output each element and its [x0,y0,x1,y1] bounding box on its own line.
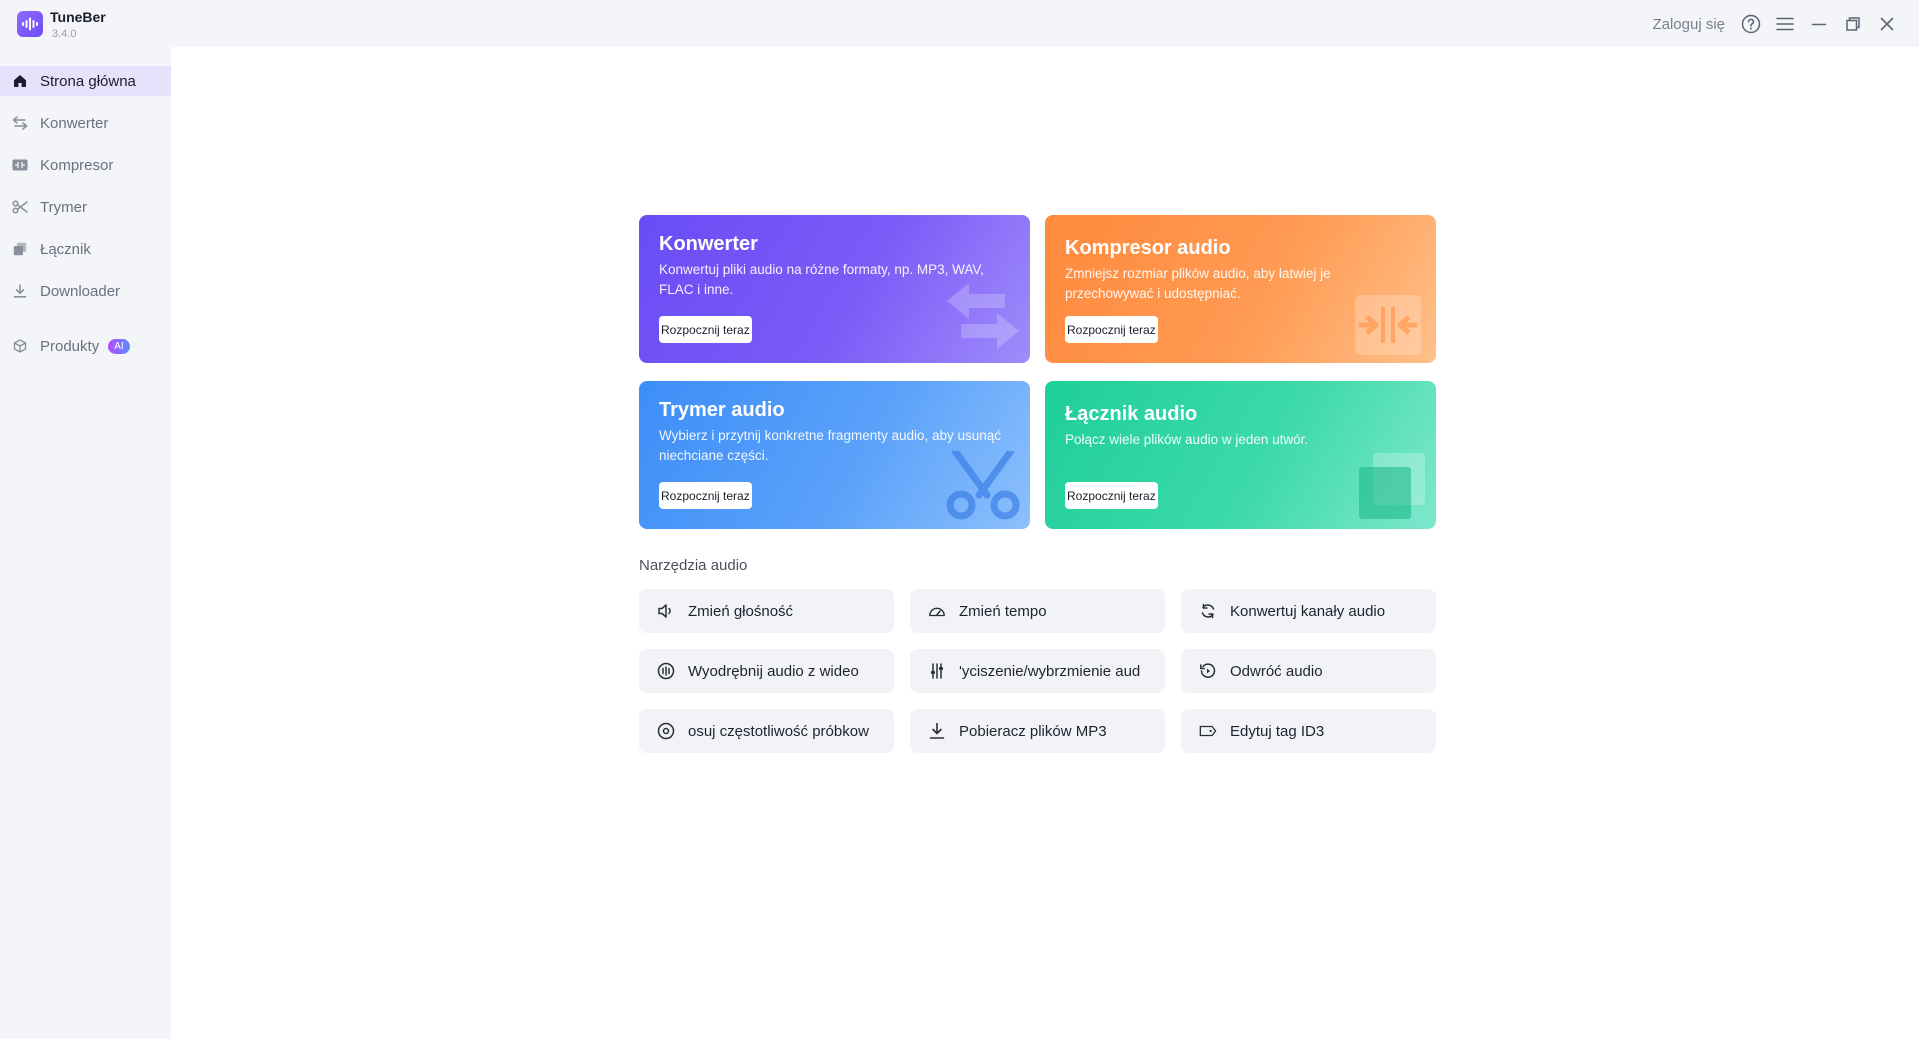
sidebar-item-compressor[interactable]: Kompresor [0,150,171,180]
merge-icon [1359,453,1425,519]
sidebar-item-label: Downloader [40,282,121,300]
title-bar: TuneBer 3.4.0 Zaloguj się [0,0,1919,47]
sliders-icon [928,662,946,680]
tool-change-tempo[interactable]: Zmień tempo [910,589,1165,633]
help-icon[interactable] [1741,14,1761,34]
sidebar-item-merger[interactable]: Łącznik [0,234,171,264]
reverse-icon [1199,662,1217,680]
audio-wave-icon [657,662,675,680]
tool-label: Edytuj tag ID3 [1230,722,1325,740]
refresh-icon [1199,602,1217,620]
login-link[interactable]: Zaloguj się [1652,16,1725,33]
compress-icon [1355,295,1421,355]
trimmer-card[interactable]: Trymer audio Wybierz i przytnij konkretn… [639,381,1030,529]
sidebar-item-home[interactable]: Strona główna [0,66,171,96]
tool-label: Zmień głośność [688,602,794,620]
app-version: 3.4.0 [52,28,77,40]
start-now-button[interactable]: Rozpocznij teraz [659,482,752,509]
home-icon [12,73,28,89]
tag-icon [1199,722,1217,740]
card-description: Konwertuj pliki audio na różne formaty, … [659,262,984,297]
merge-icon [12,241,28,257]
ai-badge: AI [108,338,130,354]
download-icon [12,283,28,299]
start-now-button[interactable]: Rozpocznij teraz [1065,482,1158,509]
volume-icon [657,602,675,620]
tool-edit-id3-tag[interactable]: Edytuj tag ID3 [1181,709,1436,753]
app-logo-icon [17,11,43,37]
restore-icon[interactable] [1843,14,1863,34]
card-title: Łącznik audio [1065,403,1198,425]
sidebar-item-label: Trymer [40,198,87,216]
download-icon [928,722,946,740]
tool-label: Pobieracz plików MP3 [959,722,1107,740]
tool-reverse-audio[interactable]: Odwróć audio [1181,649,1436,693]
close-icon[interactable] [1877,14,1897,34]
card-description: Połącz wiele plików audio w jeden utwór. [1065,432,1309,447]
compressor-card[interactable]: Kompresor audio Zmniejsz rozmiar plików … [1045,215,1436,363]
tool-fade-in-out[interactable]: 'yciszenie/wybrzmienie aud [910,649,1165,693]
sidebar-item-label: Produkty [40,337,100,355]
card-title: Kompresor audio [1065,237,1231,259]
start-now-button[interactable]: Rozpocznij teraz [659,316,752,343]
convert-arrows-icon [12,115,28,131]
compress-icon [12,157,28,173]
tool-label: Wyodrębnij audio z wideo [688,662,859,680]
tool-mp3-downloader[interactable]: Pobieracz plików MP3 [910,709,1165,753]
sidebar-item-label: Kompresor [40,156,114,174]
tool-convert-channels[interactable]: Konwertuj kanały audio [1181,589,1436,633]
sidebar-item-converter[interactable]: Konwerter [0,108,171,138]
app-name: TuneBer [50,9,106,25]
sidebar-item-products[interactable]: Produkty AI [0,331,171,361]
converter-card[interactable]: Konwerter Konwertuj pliki audio na różne… [639,215,1030,363]
scissors-icon [12,199,28,215]
minimize-icon[interactable] [1809,14,1829,34]
tool-label: 'yciszenie/wybrzmienie aud [959,662,1141,680]
sidebar-item-label: Łącznik [40,240,91,258]
sidebar-item-trimmer[interactable]: Trymer [0,192,171,222]
start-now-button[interactable]: Rozpocznij teraz [1065,316,1158,343]
card-description: Wybierz i przytnij konkretne fragmenty a… [659,428,1002,463]
tool-change-volume[interactable]: Zmień głośność [639,589,894,633]
sidebar-item-label: Konwerter [40,114,109,132]
tool-label: Odwróć audio [1230,662,1323,680]
tool-label: Konwertuj kanały audio [1230,602,1386,620]
tools-heading: Narzędzia audio [639,557,748,574]
cube-icon [12,338,28,354]
card-title: Konwerter [659,233,758,255]
speedometer-icon [928,602,946,620]
tool-label: osuj częstotliwość próbkow [688,722,869,740]
merger-card[interactable]: Łącznik audio Połącz wiele plików audio … [1045,381,1436,529]
menu-icon[interactable] [1775,14,1795,34]
tool-sample-rate[interactable]: osuj częstotliwość próbkow [639,709,894,753]
card-description: Zmniejsz rozmiar plików audio, aby łatwi… [1065,266,1331,301]
card-title: Trymer audio [659,399,785,421]
tool-extract-audio[interactable]: Wyodrębnij audio z wideo [639,649,894,693]
sample-rate-icon [657,722,675,740]
sidebar-item-label: Strona główna [40,72,136,90]
sidebar-item-downloader[interactable]: Downloader [0,276,171,306]
tool-label: Zmień tempo [959,602,1047,620]
sidebar: Strona główna Konwerter Kompresor Trymer… [0,47,171,1039]
